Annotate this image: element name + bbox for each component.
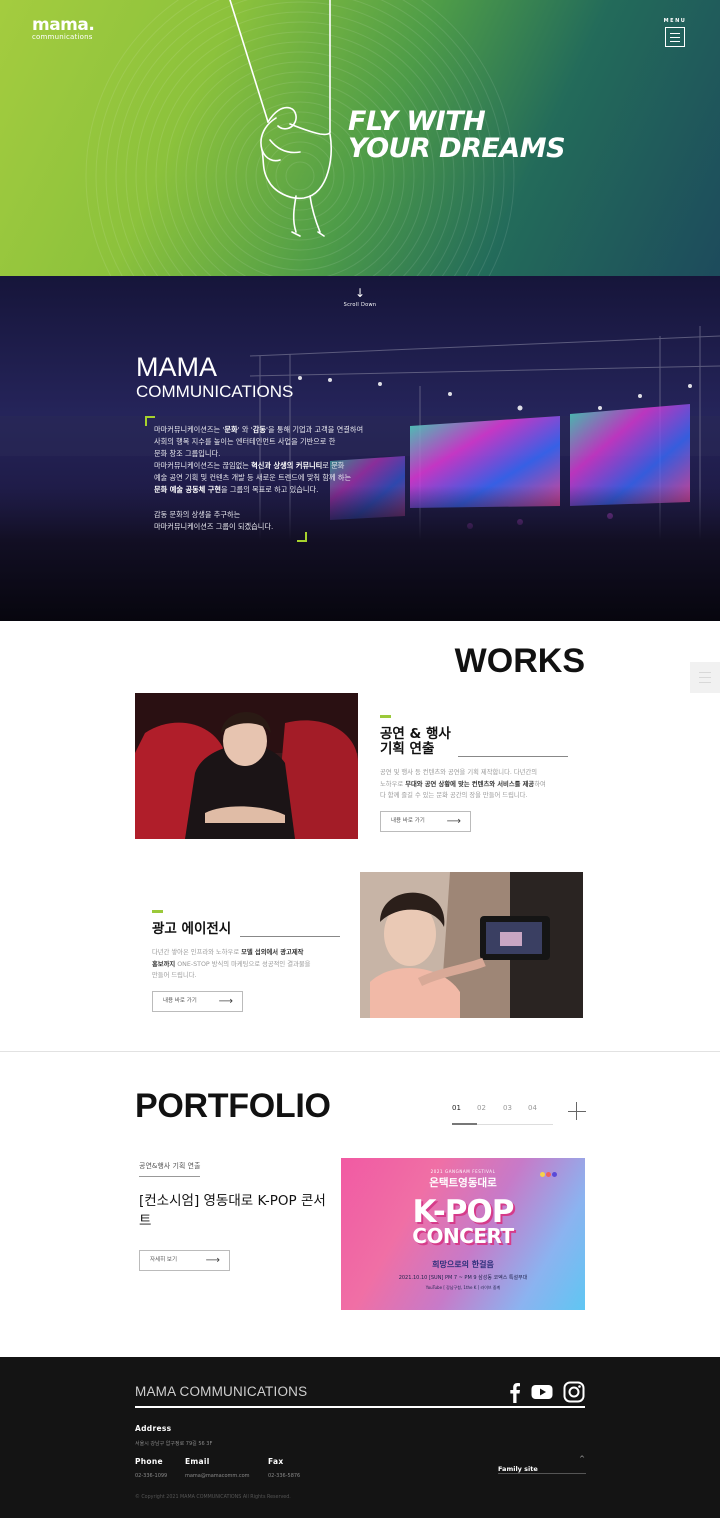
bracket-bottom-right-decoration (297, 532, 307, 542)
caret-up-icon: ^ (579, 1455, 585, 1463)
about-line: 사회의 행복 지수를 높이는 엔터테인먼트 사업을 기반으로 한 (154, 437, 336, 447)
scroll-down-label: Scroll Down (343, 302, 377, 308)
title-underline (458, 756, 568, 757)
portfolio-detail-button[interactable]: 자세히 보기 ⟶ (139, 1250, 230, 1271)
page-03[interactable]: 03 (503, 1104, 512, 1112)
site-footer: MAMA COMMUNICATIONS Address 서울시 강남구 압구정로… (0, 1357, 720, 1518)
works-card-title: 공연 & 행사 기획 연출 (380, 727, 570, 757)
poster-broadcast: YouTube [ 강남구청, 1the K ] 라이브 중계 (425, 1285, 501, 1290)
scroll-down-indicator[interactable]: ↓ Scroll Down (330, 286, 390, 308)
poster-kpop-title: K-POP CONCERT (412, 1194, 514, 1248)
portfolio-pagination: 01 02 03 04 (452, 1104, 554, 1126)
instagram-icon[interactable] (563, 1381, 585, 1403)
about-title: MAMA COMMUNICATIONS (136, 352, 293, 401)
about-title-line2: COMMUNICATIONS (136, 382, 294, 401)
about-line: 문화 예술 공동체 구현을 그룹의 목표로 하고 있습니다. (154, 485, 319, 495)
quick-menu-tab[interactable] (690, 662, 720, 693)
arrow-right-icon: ⟶ (446, 815, 461, 827)
works-more-button[interactable]: 내용 바로 가기 ⟶ (380, 810, 471, 832)
page-01[interactable]: 01 (452, 1104, 461, 1112)
works-card-advertising: 광고 에이전시 다년간 쌓아온 인프라와 노하우로 모델 섭외에서 광고제작 홍… (152, 910, 342, 1012)
title-underline (240, 936, 340, 937)
phone-value: 02-336-1099 (135, 1473, 168, 1479)
works-more-button[interactable]: 내용 바로 가기 ⟶ (152, 990, 243, 1012)
fax-value: 02-336-5876 (268, 1473, 301, 1479)
email-label: Email (185, 1457, 210, 1466)
about-line: 마마커뮤니케이션즈는 끊임없는 혁신과 상생의 커뮤니티로 문화 (154, 461, 345, 471)
about-section: ↓ Scroll Down MAMA COMMUNICATIONS 마마커뮤니케… (0, 276, 720, 621)
arrow-right-icon: ⟶ (218, 995, 233, 1007)
works-heading: WORKS (454, 642, 585, 680)
works-card-events: 공연 & 행사 기획 연출 공연 및 행사 등 컨텐츠와 공연을 기획 제작합니… (380, 715, 570, 832)
works-card-description: 공연 및 행사 등 컨텐츠와 공연을 기획 제작합니다. 다년간의 노하우로 무… (380, 769, 546, 799)
accent-dash (152, 910, 163, 913)
works-event-photo (135, 693, 358, 839)
about-line: 마마커뮤니케이션즈는 '문화' 와 '감동'을 통해 기업과 고객을 연결하여 (154, 425, 364, 434)
about-line: 예술 공연 기획 및 컨텐츠 개발 등 새로운 트렌드에 맞춰 함께 하는 (154, 473, 352, 483)
address-label: Address (135, 1424, 172, 1433)
arrow-down-icon: ↓ (354, 286, 366, 300)
accent-dash (380, 715, 391, 718)
poster-subtitle: 2021 GANGNAM FESTIVAL (430, 1169, 496, 1174)
portfolio-project-title: [컨소시엄] 영동대로 K-POP 콘서트 (139, 1193, 326, 1229)
fax-label: Fax (268, 1457, 284, 1466)
hero-banner: mama. communications MENU FLY WITH YOUR … (0, 0, 720, 276)
plus-icon[interactable] (568, 1102, 586, 1120)
footer-rule (135, 1406, 585, 1408)
kpop-concert-poster[interactable]: 2021 GANGNAM FESTIVAL 온택트영동대로 K-POP CONC… (341, 1158, 585, 1310)
arrow-right-icon: ⟶ (205, 1255, 220, 1266)
copyright: © Copyright 2021 MAMA COMMUNICATIONS All… (135, 1495, 291, 1500)
page-02[interactable]: 02 (477, 1104, 486, 1112)
facebook-icon[interactable] (504, 1381, 526, 1403)
page-04[interactable]: 04 (528, 1104, 537, 1112)
phone-label: Phone (135, 1457, 163, 1466)
hero-tagline-line1: FLY WITH (348, 106, 486, 137)
about-intro-text: 마마커뮤니케이션즈는 '문화' 와 '감동'을 통해 기업과 고객을 연결하여 … (154, 424, 404, 533)
about-title-line1: MAMA (136, 352, 217, 382)
poster-sponsor-logos (361, 1300, 561, 1304)
poster-date: 2021.10.10 [SUN] PM 7 ~ PM 9 삼성동 코엑스 특설무… (398, 1275, 528, 1281)
family-site-label: Family site (498, 1465, 538, 1473)
footer-brand: MAMA COMMUNICATIONS (135, 1384, 308, 1399)
section-divider (0, 1051, 720, 1052)
hero-tagline: FLY WITH YOUR DREAMS (348, 106, 566, 164)
about-line: 감동 문화의 상생을 추구하는 (154, 509, 241, 519)
youtube-icon[interactable] (531, 1381, 553, 1403)
works-card-title: 광고 에이전시 (152, 922, 342, 937)
family-site-select[interactable]: Family site ^ (498, 1455, 586, 1474)
poster-headline: 온택트영동대로 (429, 1177, 497, 1189)
portfolio-category: 공연&행사 기획 연출 (139, 1161, 201, 1177)
poster-slogan: 희망으로의 한걸음 (432, 1260, 494, 1269)
about-line: 마마커뮤니케이션즈 그룹이 되겠습니다. (154, 521, 274, 531)
about-line: 문화 창조 그룹입니다. (154, 449, 221, 459)
email-value[interactable]: mama@mamacomm.com (185, 1473, 250, 1479)
hero-tagline-line2: YOUR DREAMS (348, 133, 566, 164)
address-value: 서울시 강남구 압구정로 79길 56 3F (135, 1441, 213, 1447)
works-advertising-photo (360, 872, 583, 1018)
works-card-description: 다년간 쌓아온 인프라와 노하우로 모델 섭외에서 광고제작 홍보까지 ONE-… (152, 949, 311, 979)
portfolio-heading: PORTFOLIO (135, 1087, 331, 1125)
pagination-progress (452, 1123, 477, 1125)
